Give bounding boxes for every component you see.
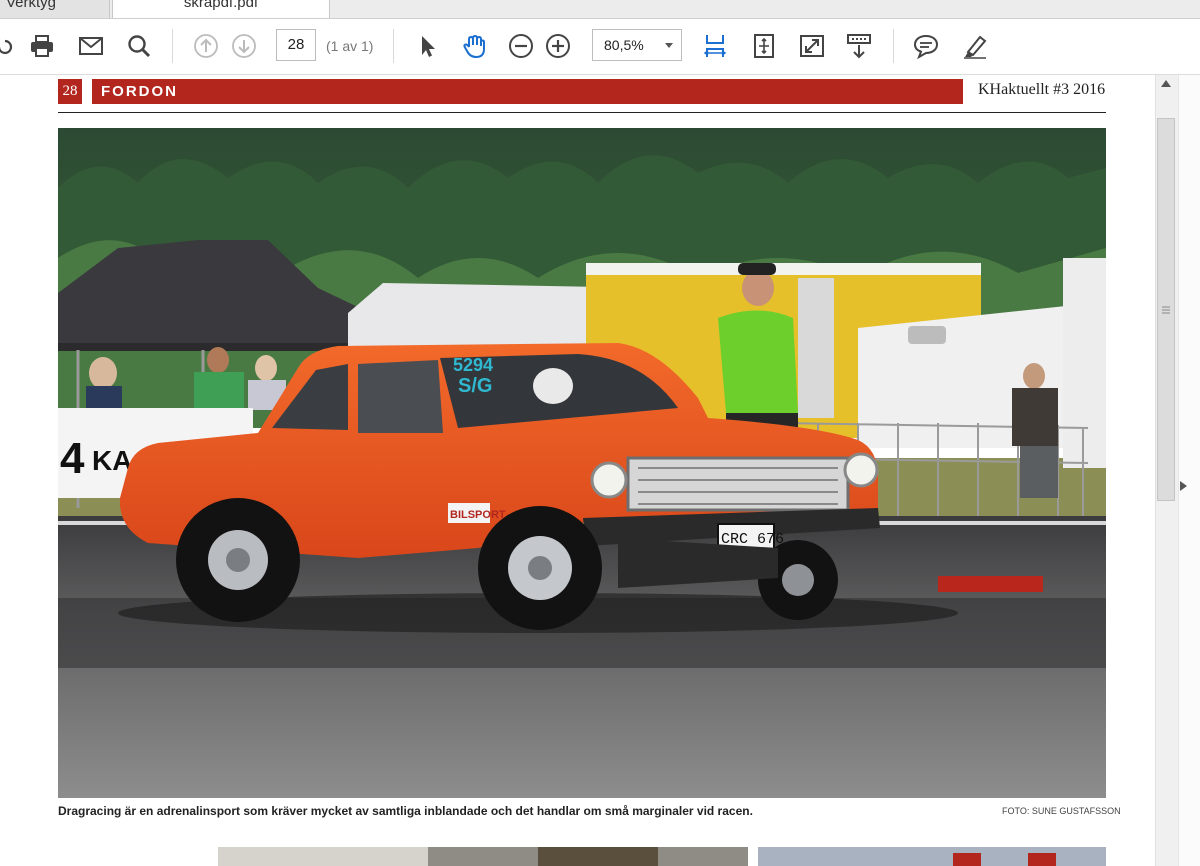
scroll-up-arrow-icon[interactable] xyxy=(1161,80,1171,87)
plus-circle-icon xyxy=(546,34,570,58)
next-page-button[interactable] xyxy=(229,31,259,61)
expand-panel-icon[interactable] xyxy=(1180,481,1187,491)
zoom-in-button[interactable] xyxy=(543,31,573,61)
photo-caption: Dragracing är en adrenalinsport som kräv… xyxy=(58,804,753,818)
comment-button[interactable] xyxy=(911,31,941,61)
page-count: (1 av 1) xyxy=(326,38,374,54)
race-number: 5294 xyxy=(453,355,493,375)
svg-text:KA: KA xyxy=(92,445,132,476)
sponsor-decal: BILSPORT xyxy=(450,509,506,521)
zoom-value: 80,5% xyxy=(604,37,644,53)
printer-icon xyxy=(31,35,53,57)
hand-icon xyxy=(463,35,485,58)
chevron-down-icon xyxy=(665,43,673,48)
zoom-out-button[interactable] xyxy=(506,31,536,61)
undo-button[interactable] xyxy=(0,31,18,61)
arrow-down-circle-icon xyxy=(232,34,256,58)
search-button[interactable] xyxy=(124,31,154,61)
undo-icon xyxy=(0,39,13,55)
minus-circle-icon xyxy=(509,34,533,58)
tab-strip: Verktyg skrapdf.pdf xyxy=(0,0,1200,19)
select-tool-button[interactable] xyxy=(412,31,442,61)
photo-credit: FOTO: SUNE GUSTAFSSON xyxy=(1002,806,1121,816)
section-title: FORDON xyxy=(101,83,178,100)
envelope-icon xyxy=(79,37,103,55)
svg-text:4: 4 xyxy=(60,434,85,483)
next-photo-right xyxy=(758,847,1106,866)
fit-page-icon xyxy=(754,34,774,58)
email-button[interactable] xyxy=(76,31,106,61)
scroll-mode-button[interactable] xyxy=(844,31,874,61)
hand-tool-button[interactable] xyxy=(459,31,489,61)
grip-icon xyxy=(1162,306,1170,314)
header-rule xyxy=(58,112,1106,113)
toolbar-separator xyxy=(172,29,173,63)
magazine-title: KHaktuellt #3 2016 xyxy=(978,81,1106,98)
highlight-button[interactable] xyxy=(960,31,990,61)
page-number-box: 28 xyxy=(58,79,82,104)
race-class: S/G xyxy=(458,375,492,397)
fit-page-button[interactable] xyxy=(749,31,779,61)
fit-width-icon xyxy=(703,35,727,57)
cursor-arrow-icon xyxy=(422,36,435,57)
dragracing-photo: 4 KA 5294 S/G CRC 676 BILSPORT xyxy=(58,128,1106,798)
fit-width-button[interactable] xyxy=(700,31,730,61)
scroll-mode-icon xyxy=(847,34,871,59)
comment-icon xyxy=(913,34,939,59)
full-screen-button[interactable] xyxy=(797,31,827,61)
arrow-up-circle-icon xyxy=(194,34,218,58)
document-viewport[interactable]: 28 FORDON KHaktuellt #3 2016 4 KA 5294 S… xyxy=(0,75,1155,866)
next-photo-left xyxy=(218,847,748,866)
page-number-input[interactable]: 28 xyxy=(276,29,316,61)
right-pane-collapsed xyxy=(1178,75,1200,866)
zoom-select[interactable]: 80,5% xyxy=(592,29,682,61)
tab-tools[interactable]: Verktyg xyxy=(0,0,110,18)
tab-document[interactable]: skrapdf.pdf xyxy=(112,0,330,18)
highlighter-icon xyxy=(964,35,987,59)
toolbar-separator xyxy=(893,29,894,63)
print-button[interactable] xyxy=(27,31,57,61)
full-screen-icon xyxy=(800,35,824,57)
toolbar-separator xyxy=(393,29,394,63)
previous-page-button[interactable] xyxy=(191,31,221,61)
section-header: FORDON xyxy=(92,79,963,104)
search-icon xyxy=(128,35,151,58)
toolbar: 28 (1 av 1) 80,5% xyxy=(0,19,1200,75)
